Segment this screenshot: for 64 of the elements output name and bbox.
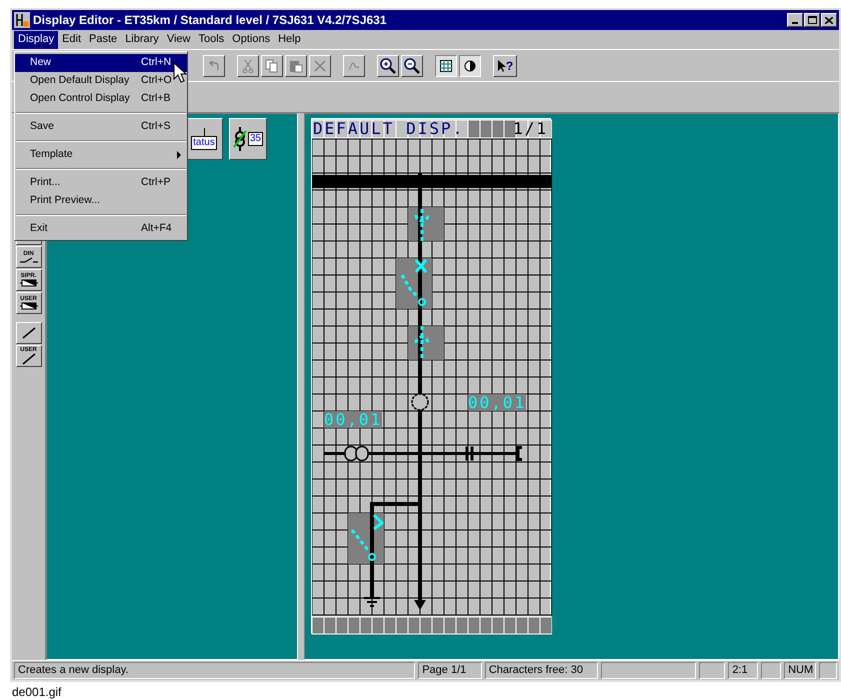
app-logo-icon [14, 12, 30, 28]
status-bar-panel: NUM [784, 662, 816, 679]
submenu-arrow-icon [177, 151, 181, 159]
menu-entry[interactable]: Print... Ctrl+P [15, 174, 187, 192]
window-title: Display Editor - ET35km / Standard level / 7SJ631 V4.2/7SJ631 [33, 12, 387, 29]
measured-value: 00,01 [324, 411, 382, 428]
cut-button[interactable] [237, 54, 259, 76]
status-bar-panel: 2:1 [728, 662, 758, 679]
close-button[interactable] [821, 13, 837, 27]
status-bar-panel: Creates a new display. [14, 662, 416, 679]
close-icon [825, 16, 833, 24]
copy-button[interactable] [261, 54, 283, 76]
menu-item[interactable]: View [162, 30, 194, 48]
menu-entry[interactable]: Open Control Display Ctrl+B [15, 90, 187, 108]
paste-button[interactable] [285, 54, 307, 76]
maximize-button[interactable] [804, 13, 820, 27]
clipboard-icon [289, 58, 303, 72]
menu-item[interactable]: Options [228, 30, 274, 48]
undo-button[interactable] [203, 54, 225, 76]
menu-entry[interactable]: Template [15, 146, 187, 164]
menu-item[interactable]: Library [121, 30, 163, 48]
x-icon [314, 60, 326, 72]
copy-icon [265, 58, 279, 72]
status-symbol-button[interactable]: tatus [185, 118, 223, 160]
scissors-icon [242, 58, 254, 72]
transformer-icon [232, 127, 247, 151]
minimize-button[interactable] [787, 13, 803, 27]
undo-icon [208, 60, 220, 70]
measured-value: 00,01 [468, 394, 526, 411]
measured-value-symbol-button[interactable]: 35 [229, 118, 267, 160]
menu-entry[interactable]: Print Preview... [15, 192, 187, 210]
wave-icon [348, 60, 360, 70]
palette-button[interactable] [16, 322, 42, 344]
zoom-out-icon [404, 58, 420, 74]
line-icon [22, 327, 36, 339]
menu-item[interactable]: Display [14, 30, 58, 48]
image-caption: de001.gif [12, 684, 62, 700]
page-number: 1/1 [513, 119, 548, 139]
zoom-out-button[interactable] [401, 54, 423, 76]
menu-item[interactable]: Edit [58, 30, 86, 48]
status-bar-panel: Page 1/1 [418, 662, 482, 679]
connect-button[interactable] [343, 54, 365, 76]
menu-entry[interactable]: Save Ctrl+S [15, 118, 187, 136]
status-bar-panel: Characters free: 30 [484, 662, 598, 679]
status-bar-panel [761, 662, 782, 679]
menu-entry[interactable]: Exit Alt+F4 [15, 220, 187, 238]
switch-icon [20, 257, 38, 263]
display-title: DEFAULT DISP. [313, 119, 464, 139]
menu-item[interactable]: Help [274, 30, 305, 48]
menu-entry[interactable]: New Ctrl+N [15, 54, 187, 72]
grid-toggle-button[interactable] [435, 54, 457, 76]
delete-button[interactable] [309, 54, 331, 76]
block-icon [20, 302, 38, 310]
menu-item[interactable]: Tools [194, 30, 228, 48]
pointer-icon [496, 58, 506, 72]
zoom-in-button[interactable] [377, 54, 399, 76]
contrast-toggle-button[interactable] [459, 54, 481, 76]
line-icon [22, 353, 36, 365]
block-icon [20, 279, 38, 287]
menu-item[interactable]: Paste [85, 30, 122, 48]
status-bar-panel [819, 662, 837, 679]
status-bar-panel [699, 662, 726, 679]
help-button[interactable]: ? [493, 54, 517, 76]
zoom-in-icon [380, 58, 396, 74]
